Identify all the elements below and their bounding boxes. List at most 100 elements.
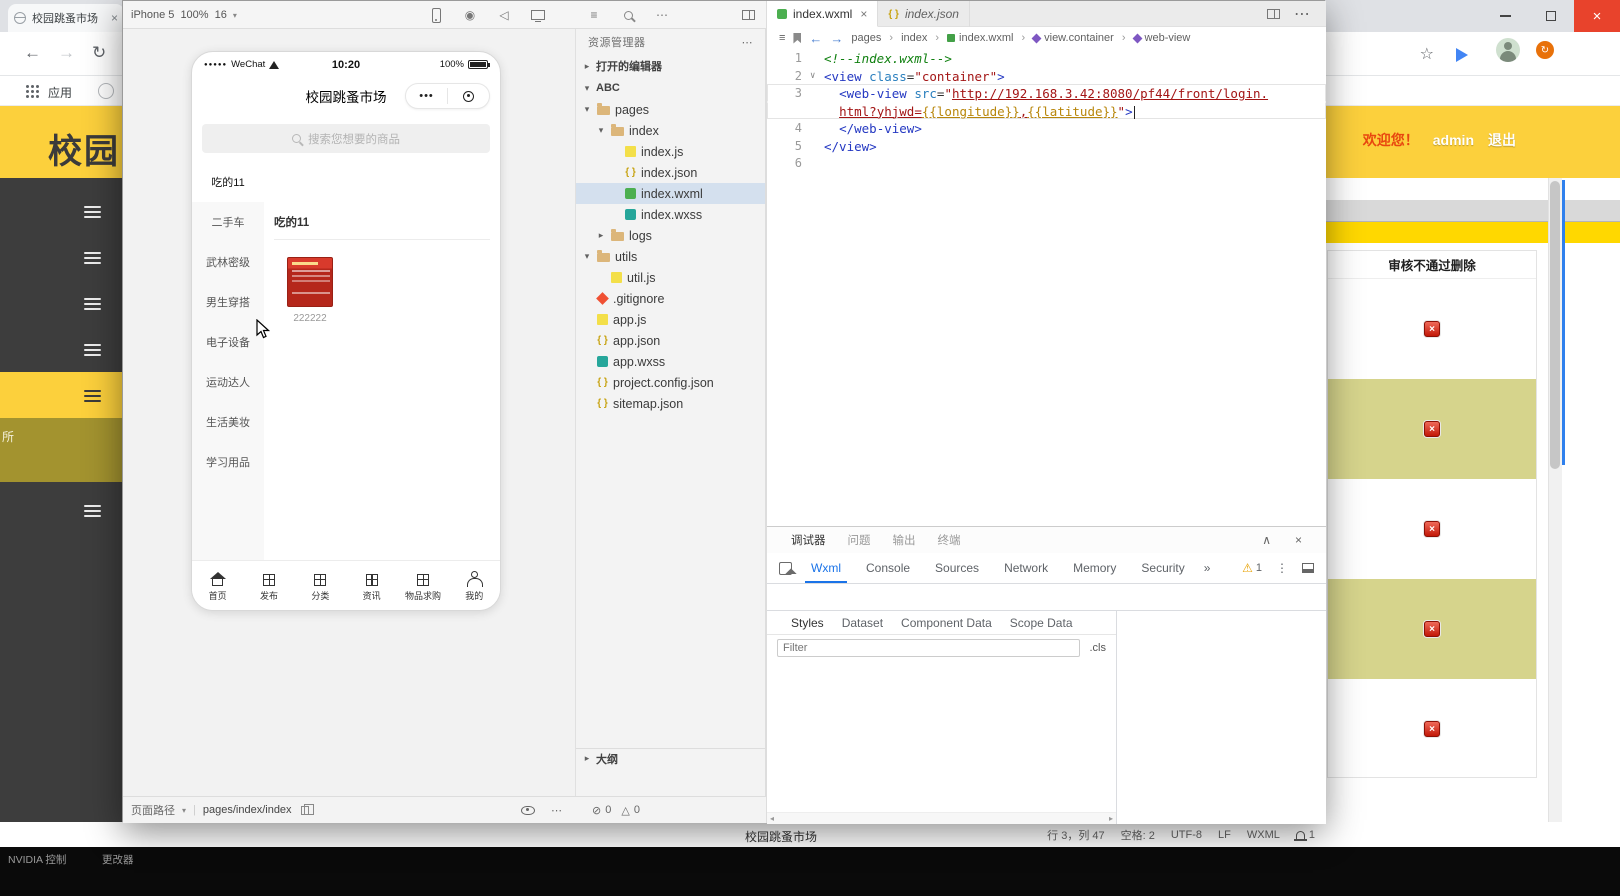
taskbar-item-nvidia[interactable]: NVIDIA 控制: [8, 852, 66, 867]
bottombar-more-button[interactable]: ⋯: [551, 804, 562, 817]
panel-collapse-icon[interactable]: ∧: [1262, 533, 1271, 547]
tree-item[interactable]: .gitignore: [576, 288, 765, 309]
product-search-bar[interactable]: 搜索您想要的商品: [202, 124, 490, 153]
code-line[interactable]: 4 </web-view>: [767, 119, 1326, 137]
delete-button[interactable]: ×: [1424, 321, 1440, 337]
tree-item[interactable]: { } app.json: [576, 330, 765, 351]
copy-path-icon[interactable]: [300, 803, 314, 815]
breadcrumb-item[interactable]: pages: [851, 32, 881, 44]
search-button[interactable]: [615, 1, 641, 29]
editor-tab-index-wxml[interactable]: index.wxml ×: [767, 1, 879, 27]
back-button[interactable]: ←: [24, 43, 41, 63]
fold-icon[interactable]: ∨: [810, 68, 824, 84]
tabbar-item[interactable]: 物品求购: [397, 561, 448, 610]
product-card[interactable]: 222222: [287, 257, 333, 324]
category-item[interactable]: 学习用品: [192, 442, 264, 482]
sidebar-item[interactable]: [0, 280, 122, 326]
tabbar-item[interactable]: 首页: [192, 561, 243, 610]
browser-tab[interactable]: 校园跳蚤市场 ×: [8, 4, 124, 32]
capsule-more-button[interactable]: •••: [406, 90, 447, 102]
split-window-button[interactable]: [735, 1, 761, 29]
status-item[interactable]: LF: [1218, 829, 1231, 841]
delete-button[interactable]: ×: [1424, 421, 1440, 437]
bookmark-favicon[interactable]: [98, 83, 114, 99]
browser-update-icon[interactable]: ↻: [1536, 41, 1554, 59]
tree-item[interactable]: index.wxss: [576, 204, 765, 225]
delete-button[interactable]: ×: [1424, 521, 1440, 537]
devtools-tab-security[interactable]: Security: [1135, 553, 1190, 583]
outline-section[interactable]: ▸ 大纲: [576, 748, 765, 768]
notification-bell[interactable]: 1: [1293, 829, 1315, 841]
tab-overflow-icon[interactable]: »: [1204, 561, 1211, 575]
window-minimize-button[interactable]: [1482, 0, 1528, 32]
status-item[interactable]: UTF-8: [1171, 829, 1202, 841]
wxml-tree-area[interactable]: [767, 584, 1326, 610]
styles-tab-component-data[interactable]: Component Data: [901, 616, 992, 630]
code-line[interactable]: html?yhjwd={{longitude}},{{latitude}}">: [767, 101, 1326, 119]
code-editor[interactable]: 1 <!--index.wxml--> 2 ∨ <view class="contain…: [767, 49, 1326, 526]
category-item[interactable]: 男生穿搭: [192, 282, 264, 322]
tree-item[interactable]: ▾ utils: [576, 246, 765, 267]
tree-item[interactable]: util.js: [576, 267, 765, 288]
scroll-right-icon[interactable]: ▸: [1109, 814, 1113, 823]
category-item[interactable]: 运动达人: [192, 362, 264, 402]
tree-item[interactable]: app.js: [576, 309, 765, 330]
code-line[interactable]: 2 ∨ <view class="container">: [767, 67, 1326, 85]
apps-label[interactable]: 应用: [48, 84, 72, 101]
editor-more-button[interactable]: ⋯: [1294, 4, 1310, 24]
tabbar-item[interactable]: 分类: [295, 561, 346, 610]
category-item[interactable]: 吃的11: [192, 162, 264, 202]
window-close-button[interactable]: ×: [1574, 0, 1620, 32]
forward-button[interactable]: →: [58, 43, 75, 63]
errors-icon[interactable]: ⊘: [592, 804, 601, 817]
window-maximize-button[interactable]: [1528, 0, 1574, 32]
tree-item[interactable]: ▾ pages: [576, 99, 765, 120]
styles-tab-styles[interactable]: Styles: [791, 616, 824, 630]
apps-grid-icon[interactable]: [26, 85, 29, 88]
nav-back-button[interactable]: ←: [809, 31, 822, 46]
mute-button[interactable]: ◁: [491, 1, 517, 29]
cls-toggle-button[interactable]: .cls: [1090, 642, 1107, 654]
breadcrumb-item[interactable]: web-view: [1132, 32, 1190, 44]
tree-item[interactable]: { } index.json: [576, 162, 765, 183]
tabbar-item[interactable]: 我的: [449, 561, 500, 610]
code-line[interactable]: 5 </view>: [767, 137, 1326, 155]
devtools-tab-memory[interactable]: Memory: [1067, 553, 1122, 583]
profile-avatar[interactable]: [1496, 38, 1520, 62]
breadcrumb-item[interactable]: view.container: [1031, 32, 1114, 44]
tree-item[interactable]: { } project.config.json: [576, 372, 765, 393]
explorer-more-button[interactable]: ⋯: [742, 36, 754, 49]
capsule-close-button[interactable]: [448, 90, 489, 102]
page-scrollbar-thumb[interactable]: [1550, 181, 1560, 469]
sidebar-item[interactable]: 所: [0, 418, 122, 482]
debugger-tab-问题[interactable]: 问题: [848, 532, 871, 548]
category-item[interactable]: 武林密级: [192, 242, 264, 282]
debugger-tab-输出[interactable]: 输出: [893, 532, 916, 548]
bookmark-star-icon[interactable]: ☆: [1420, 44, 1434, 64]
extension-icon[interactable]: [1456, 48, 1468, 62]
tab-close-icon[interactable]: ×: [111, 11, 118, 25]
tree-item[interactable]: index.wxml: [576, 183, 765, 204]
reload-button[interactable]: ↻: [92, 43, 106, 63]
breadcrumb-item[interactable]: index.wxml: [947, 32, 1013, 44]
category-item[interactable]: 二手车: [192, 202, 264, 242]
styles-tab-scope-data[interactable]: Scope Data: [1010, 616, 1073, 630]
devtools-tab-wxml[interactable]: Wxml: [805, 553, 847, 583]
category-item[interactable]: 电子设备: [192, 322, 264, 362]
tree-item[interactable]: ▸ logs: [576, 225, 765, 246]
logout-link[interactable]: 退出: [1488, 130, 1516, 150]
nav-forward-button[interactable]: →: [830, 31, 843, 46]
styles-tab-dataset[interactable]: Dataset: [842, 616, 883, 630]
tree-item[interactable]: ▾ index: [576, 120, 765, 141]
breadcrumb-item[interactable]: index: [901, 32, 927, 44]
record-button[interactable]: ◉: [457, 1, 483, 29]
bookmark-icon[interactable]: [793, 32, 802, 44]
tree-item[interactable]: app.wxss: [576, 351, 765, 372]
warning-badge[interactable]: ⚠ 1: [1242, 561, 1262, 575]
tabbar-item[interactable]: 资讯: [346, 561, 397, 610]
outline-view-icon[interactable]: ≡: [779, 32, 785, 44]
horizontal-scrollbar[interactable]: ◂ ▸: [767, 812, 1116, 824]
status-item[interactable]: 行 3，列 47: [1047, 827, 1104, 843]
warnings-icon[interactable]: △: [621, 804, 629, 817]
code-line[interactable]: 1 <!--index.wxml-->: [767, 49, 1326, 67]
